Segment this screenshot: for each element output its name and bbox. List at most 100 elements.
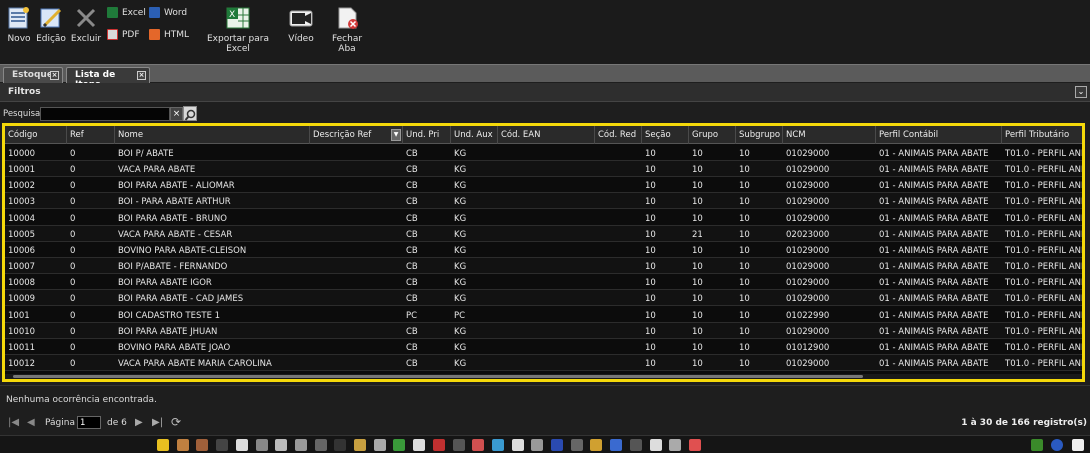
file-icon[interactable] [590, 439, 603, 451]
table-row[interactable]: 10009 0 BOI PARA ABATE - CAD JAMES CB KG 10 10… [5, 290, 1082, 307]
table-row[interactable]: 10003 0 BOI - PARA ABATE ARTHUR CB KG 10 10 10 0… [5, 193, 1082, 210]
calc-icon[interactable] [629, 439, 642, 451]
tab-estoque[interactable]: Estoque × [3, 67, 63, 83]
globe-icon[interactable] [393, 439, 406, 451]
tent-icon[interactable] [275, 439, 288, 451]
document-icon[interactable] [570, 439, 583, 451]
video-button[interactable]: Vídeo [286, 6, 316, 44]
scrollbar-thumb[interactable] [13, 375, 863, 378]
next-page-icon[interactable]: ▶ [135, 417, 143, 428]
column-header-nome[interactable]: Nome [115, 126, 310, 144]
star-icon[interactable] [1031, 439, 1043, 451]
column-header-secao[interactable]: Seção [642, 126, 689, 144]
cell-descricao-ref [310, 355, 403, 371]
video-camera-icon[interactable] [1072, 439, 1084, 451]
network-icon[interactable] [669, 439, 682, 451]
cell-perfil-tributario: T01.0 - PERFIL ANIM [1005, 229, 1085, 240]
cell-und-aux: KG [454, 165, 467, 176]
chevron-down-icon[interactable]: ⌄ [1075, 86, 1087, 98]
bank-icon[interactable] [354, 439, 366, 451]
cell-cod-ean [498, 161, 595, 177]
tab-lista-de-itens[interactable]: Lista de Itens × [66, 67, 150, 90]
horizontal-scrollbar[interactable] [5, 374, 1082, 379]
clear-search-button[interactable]: × [170, 107, 183, 121]
headset-icon[interactable] [688, 439, 701, 451]
column-header-und-pri[interactable]: Und. Pri [403, 126, 451, 144]
table-row[interactable]: 10002 0 BOI PARA ABATE - ALIOMAR CB KG 10 10 10… [5, 177, 1082, 194]
column-header-cod-red[interactable]: Cód. Red [595, 126, 642, 144]
bottle-icon[interactable] [373, 439, 386, 451]
html-button[interactable]: HTML [149, 29, 189, 40]
cell-subgrupo: 10 [739, 213, 750, 224]
excluir-button[interactable]: Excluir [70, 6, 102, 44]
tools-icon[interactable] [649, 439, 662, 451]
dollar-icon[interactable] [432, 439, 445, 451]
column-header-perfil-contabil[interactable]: Perfil Contábil [876, 126, 1002, 144]
table-row[interactable]: 10007 0 BOI P/ABATE - FERNANDO CB KG 10 10 10 01… [5, 258, 1082, 275]
box-icon[interactable] [255, 439, 268, 451]
grid-icon[interactable] [610, 439, 623, 451]
column-header-descricao-ref[interactable]: Descrição Ref ▼ [310, 126, 403, 144]
edicao-button[interactable]: Edição [36, 6, 66, 44]
column-header-ncm[interactable]: NCM [783, 126, 876, 144]
table-row[interactable]: 10005 0 VACA PARA ABATE - CESAR CB KG 10 21 10 0… [5, 225, 1085, 242]
invoice-icon[interactable] [491, 439, 504, 451]
column-header-codigo[interactable]: Código [5, 126, 67, 144]
column-header-und-aux[interactable]: Und. Aux [451, 126, 498, 144]
page-input[interactable]: 1 [77, 416, 101, 429]
column-header-grupo[interactable]: Grupo [689, 126, 736, 144]
print-icon[interactable] [452, 439, 465, 451]
prev-page-icon[interactable]: ◀ [27, 417, 35, 428]
table-row[interactable]: 10012 0 VACA PARA ABATE MARIA CAROLINA CB KG… [5, 354, 1082, 371]
cell-codigo: 10001 [8, 165, 36, 176]
cell-und-aux: KG [454, 213, 467, 224]
close-icon[interactable]: × [50, 71, 59, 80]
search-button[interactable] [183, 106, 197, 121]
first-page-icon[interactable]: |◀ [8, 417, 19, 428]
excel-button[interactable]: Excel [107, 7, 146, 18]
column-header-cod-ean[interactable]: Cód. EAN [498, 126, 595, 144]
table-row[interactable]: 10001 0 VACA PARA ABATE CB KG 10 10 10 01029000 0… [5, 161, 1082, 178]
column-header-perfil-tributario[interactable]: Perfil Tributário [1002, 126, 1082, 144]
printer-icon[interactable] [314, 439, 327, 451]
search-input[interactable] [40, 107, 170, 121]
chart-icon[interactable] [472, 439, 485, 451]
table-row[interactable]: 10010 0 BOI PARA ABATE JHUAN CB KG 10 10 10 0102… [5, 322, 1082, 339]
truck-icon[interactable] [294, 439, 307, 451]
cell-subgrupo: 10 [739, 326, 750, 337]
fechar-aba-button[interactable]: Fechar Aba [324, 6, 370, 54]
paper-icon[interactable] [413, 439, 426, 451]
cell-cod-ean [498, 307, 595, 323]
cash-icon[interactable] [511, 439, 524, 451]
table-row[interactable]: 1001 0 BOI CADASTRO TESTE 1 PC PC 10 10 10 01022… [5, 307, 1082, 323]
help-icon[interactable] [1051, 439, 1063, 451]
table-row[interactable]: 10011 0 BOVINO PARA ABATE JOAO CB KG 10 10 10 01… [5, 339, 1082, 355]
cell-codigo: 10006 [8, 245, 36, 256]
column-header-subgrupo[interactable]: Subgrupo [736, 126, 783, 144]
table-row[interactable]: 10008 0 BOI PARA ABATE IGOR CB KG 10 10 10 01029… [5, 274, 1082, 291]
refresh-icon[interactable] [551, 439, 563, 451]
tag-icon[interactable] [531, 439, 544, 451]
word-button[interactable]: Word [149, 7, 187, 18]
pdf-button[interactable]: PDF [107, 29, 140, 40]
people-icon[interactable] [176, 439, 189, 451]
novo-button[interactable]: Novo [4, 6, 34, 44]
refresh-icon[interactable]: ⟳ [171, 415, 181, 429]
cell-ref: 0 [70, 213, 76, 224]
filtros-panel-header[interactable]: Filtros ⌄ [0, 83, 1090, 102]
table-row[interactable]: 10006 0 BOVINO PARA ABATE-CLEISON CB KG 10 10 1… [5, 242, 1082, 258]
cell-descricao-ref [310, 226, 403, 242]
table-row[interactable]: 10000 0 BOI P/ ABATE CB KG 10 10 10 01029000 01 -… [5, 145, 1082, 161]
close-icon[interactable]: × [137, 71, 146, 80]
monitor-icon[interactable] [216, 439, 229, 451]
star-icon[interactable] [157, 439, 169, 451]
window-icon[interactable] [235, 439, 248, 451]
column-header-ref[interactable]: Ref [67, 126, 115, 144]
column-menu-icon[interactable]: ▼ [391, 129, 401, 141]
exportar-excel-button[interactable]: X Exportar para Excel [199, 6, 277, 54]
briefcase-icon[interactable] [196, 439, 209, 451]
cell-und-pri: CB [406, 342, 418, 353]
last-page-icon[interactable]: ▶| [152, 417, 163, 428]
keyboard-icon[interactable] [334, 439, 347, 451]
table-row[interactable]: 10004 0 BOI PARA ABATE - BRUNO CB KG 10 10 10 01… [5, 210, 1082, 226]
